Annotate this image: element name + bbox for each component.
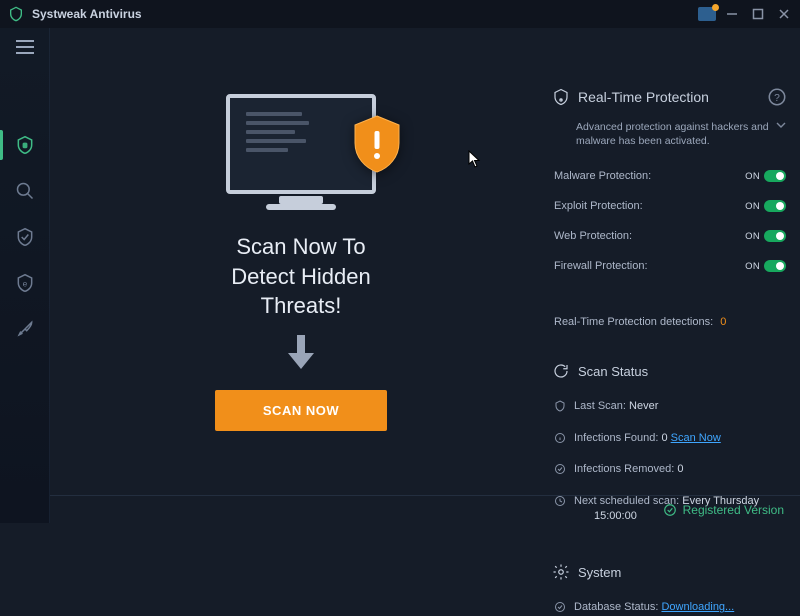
sidebar-item-protection[interactable] <box>0 214 50 260</box>
arrow-down-icon <box>286 335 316 374</box>
infections-removed-label: Infections Removed: <box>574 463 674 475</box>
hero-illustration <box>211 74 391 214</box>
scan-status-title-row: Scan Status <box>552 362 786 380</box>
svg-text:?: ? <box>774 93 780 104</box>
registered-badge: Registered Version <box>663 503 784 517</box>
infections-removed-value: 0 <box>677 463 683 475</box>
protection-row-web: Web Protection: ON <box>554 230 786 242</box>
protection-label: Firewall Protection: <box>554 260 745 272</box>
app-logo-icon <box>8 6 24 22</box>
close-button[interactable] <box>776 6 792 22</box>
check-circle-icon <box>554 601 566 613</box>
sidebar-item-browser[interactable]: e <box>0 260 50 306</box>
rtp-title: Real-Time Protection <box>578 89 709 105</box>
scan-now-button[interactable]: SCAN NOW <box>215 390 387 431</box>
title-bar: Systweak Antivirus <box>0 0 800 28</box>
detections-count: 0 <box>720 316 726 328</box>
protection-label: Web Protection: <box>554 230 745 242</box>
protection-row-firewall: Firewall Protection: ON <box>554 260 786 272</box>
app-title: Systweak Antivirus <box>32 7 698 21</box>
protection-row-exploit: Exploit Protection: ON <box>554 200 786 212</box>
headline-line: Threats! <box>231 291 370 321</box>
scan-status-title: Scan Status <box>578 364 648 379</box>
right-pane: i Real-Time Protection ? Advanced protec… <box>552 28 800 523</box>
shield-small-icon <box>554 400 566 412</box>
rtp-description-row[interactable]: Advanced protection against hackers and … <box>576 120 786 148</box>
last-scan-row: Last Scan: Never <box>554 399 786 414</box>
gear-icon <box>552 563 570 581</box>
infections-found-label: Infections Found: <box>574 432 658 444</box>
sidebar: e <box>0 28 50 523</box>
window-controls <box>724 6 792 22</box>
protection-label: Malware Protection: <box>554 170 745 182</box>
web-toggle[interactable]: ON <box>745 230 786 242</box>
system-title: System <box>578 565 621 580</box>
last-scan-label: Last Scan: <box>574 400 626 412</box>
last-scan-value: Never <box>629 400 658 412</box>
refresh-icon <box>552 362 570 380</box>
info-icon <box>554 432 566 444</box>
malware-toggle[interactable]: ON <box>745 170 786 182</box>
firewall-toggle[interactable]: ON <box>745 260 786 272</box>
main-area: Scan Now To Detect Hidden Threats! SCAN … <box>50 28 800 523</box>
exploit-toggle[interactable]: ON <box>745 200 786 212</box>
infections-found-value: 0 <box>661 432 667 444</box>
center-pane: Scan Now To Detect Hidden Threats! SCAN … <box>50 28 552 523</box>
protection-row-malware: Malware Protection: ON <box>554 170 786 182</box>
sidebar-item-optimize[interactable] <box>0 306 50 352</box>
warning-shield-icon <box>351 114 403 174</box>
maximize-button[interactable] <box>750 6 766 22</box>
database-status-label: Database Status: <box>574 601 658 613</box>
headline-line: Detect Hidden <box>231 262 370 292</box>
license-card-icon[interactable] <box>698 7 716 21</box>
check-circle-icon <box>554 463 566 475</box>
rtp-description: Advanced protection against hackers and … <box>576 120 770 148</box>
scan-headline: Scan Now To Detect Hidden Threats! <box>231 232 370 321</box>
protection-label: Exploit Protection: <box>554 200 745 212</box>
registered-text: Registered Version <box>683 503 784 517</box>
infections-found-row: Infections Found: 0 Scan Now <box>554 431 786 446</box>
chevron-down-icon <box>776 120 786 130</box>
database-status-value[interactable]: Downloading... <box>661 601 734 613</box>
headline-line: Scan Now To <box>231 232 370 262</box>
footer-bar: Registered Version <box>50 495 800 523</box>
help-icon[interactable]: ? <box>768 88 786 106</box>
detections-label: Real-Time Protection detections: <box>554 316 713 328</box>
database-status-row: Database Status: Downloading... <box>554 600 786 615</box>
system-title-row: System <box>552 563 786 581</box>
svg-text:e: e <box>22 278 27 288</box>
sidebar-item-scan[interactable] <box>0 168 50 214</box>
shield-info-icon: i <box>552 88 570 106</box>
infections-removed-row: Infections Removed: 0 <box>554 462 786 477</box>
scan-now-link[interactable]: Scan Now <box>671 432 721 444</box>
minimize-button[interactable] <box>724 6 740 22</box>
sidebar-item-status[interactable] <box>0 122 50 168</box>
menu-toggle[interactable] <box>0 32 50 62</box>
check-circle-icon <box>663 503 677 517</box>
rtp-detections-row: Real-Time Protection detections: 0 <box>554 316 786 328</box>
rtp-title-row: i Real-Time Protection ? <box>552 88 786 106</box>
